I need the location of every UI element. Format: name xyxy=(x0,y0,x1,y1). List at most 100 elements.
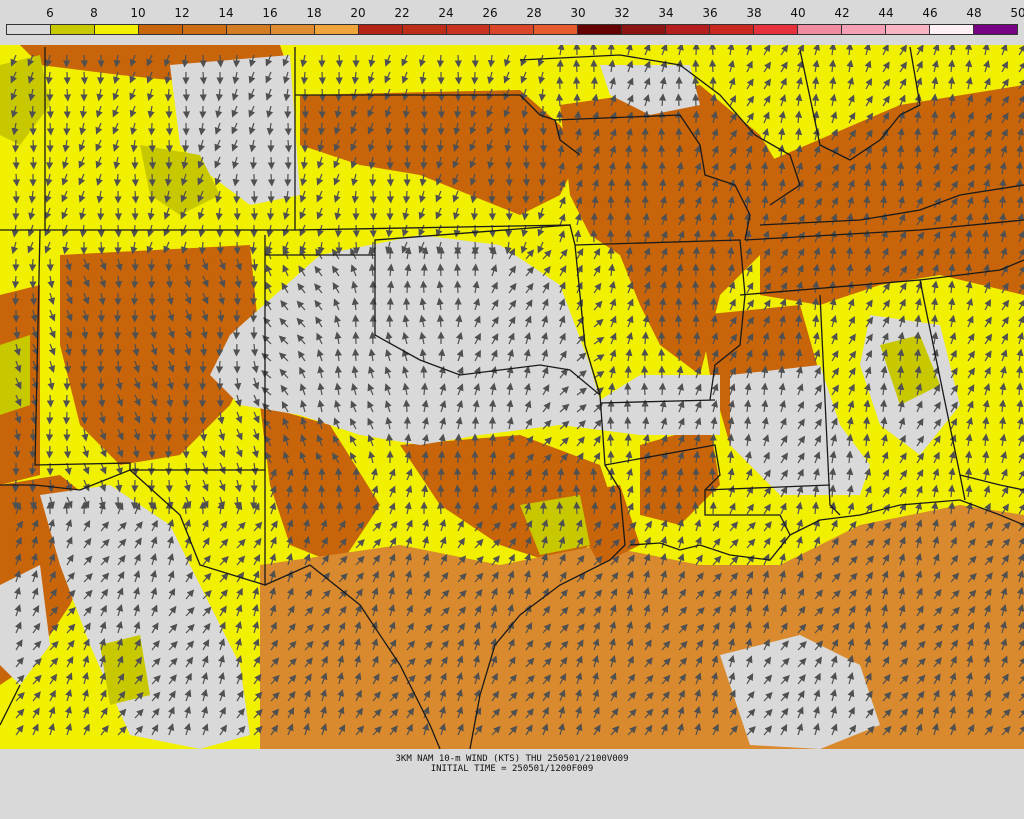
wind-arrow-icon xyxy=(437,88,445,102)
wind-arrow-icon xyxy=(301,122,309,136)
wind-arrow-icon xyxy=(692,280,700,294)
wind-arrow-icon xyxy=(63,445,72,459)
wind-arrow-icon xyxy=(131,326,139,340)
wind-arrow-icon xyxy=(352,314,360,328)
wind-arrow-icon xyxy=(12,173,21,187)
wind-arrow-icon xyxy=(335,501,344,515)
wind-arrow-icon xyxy=(284,139,293,153)
wind-arrow-icon xyxy=(538,173,547,187)
wind-arrow-icon xyxy=(46,258,54,272)
legend-swatch xyxy=(490,25,535,34)
wind-arrow-icon xyxy=(590,76,599,90)
wind-arrow-icon xyxy=(403,139,411,153)
wind-arrow-icon xyxy=(436,501,445,515)
wind-arrow-icon xyxy=(97,71,105,85)
wind-arrow-icon xyxy=(232,326,241,340)
wind-arrow-icon xyxy=(318,88,327,102)
wind-arrow-icon xyxy=(522,156,530,170)
wind-arrow-icon xyxy=(28,105,37,119)
wind-arrow-icon xyxy=(215,360,224,374)
wind-arrow-icon xyxy=(267,156,275,170)
wind-arrow-icon xyxy=(250,292,258,306)
wind-arrow-icon xyxy=(250,207,258,221)
wind-arrow-icon xyxy=(454,467,462,481)
legend-tick-label: 32 xyxy=(614,6,630,20)
legend-swatch xyxy=(50,25,95,34)
wind-arrow-icon xyxy=(79,377,88,391)
legend-swatch xyxy=(446,25,491,34)
wind-arrow-icon xyxy=(623,399,632,413)
wind-arrow-icon xyxy=(674,314,683,328)
wind-arrow-icon xyxy=(181,139,190,153)
legend-swatch xyxy=(622,25,667,34)
wind-arrow-icon xyxy=(658,331,666,345)
wind-arrow-icon xyxy=(233,292,241,306)
wind-arrow-icon xyxy=(454,246,462,260)
wind-arrow-icon xyxy=(352,241,361,255)
wind-arrow-icon xyxy=(46,122,55,136)
wind-arrow-icon xyxy=(199,377,207,391)
wind-arrow-icon xyxy=(335,54,344,68)
wind-arrow-icon xyxy=(63,394,71,408)
wind-arrow-icon xyxy=(624,229,633,243)
wind-arrow-icon xyxy=(29,292,38,306)
wind-arrow-icon xyxy=(317,122,326,136)
wind-arrow-icon xyxy=(250,496,258,510)
legend-tick-label: 20 xyxy=(350,6,366,20)
wind-arrow-icon xyxy=(658,93,667,107)
legend-swatch xyxy=(754,25,799,34)
wind-arrow-icon xyxy=(658,144,666,158)
wind-arrow-icon xyxy=(45,428,54,442)
legend-swatch xyxy=(182,25,227,34)
wind-arrow-icon xyxy=(165,139,173,153)
wind-arrow-icon xyxy=(63,88,72,102)
wind-arrow-icon xyxy=(29,496,37,510)
wind-arrow-icon xyxy=(80,71,88,85)
wind-arrow-icon xyxy=(300,71,309,85)
legend-swatch xyxy=(94,25,139,34)
wind-arrow-icon xyxy=(692,501,700,515)
wind-arrow-icon xyxy=(556,501,564,515)
wind-arrow-icon xyxy=(709,263,717,277)
legend-swatch xyxy=(666,25,711,34)
wind-arrow-icon xyxy=(318,501,326,515)
wind-arrow-icon xyxy=(198,241,207,255)
wind-map xyxy=(0,45,1024,749)
wind-arrow-icon xyxy=(182,88,190,102)
wind-arrow-icon xyxy=(62,501,71,515)
wind-arrow-icon xyxy=(29,258,37,272)
legend-swatch xyxy=(534,25,579,34)
wind-arrow-icon xyxy=(624,195,632,209)
wind-arrow-icon xyxy=(420,122,429,136)
wind-arrow-icon xyxy=(641,365,649,379)
wind-arrow-icon xyxy=(420,263,428,277)
legend-swatch xyxy=(7,25,51,34)
wind-arrow-icon xyxy=(131,190,140,204)
wind-arrow-icon xyxy=(436,54,445,68)
wind-arrow-icon xyxy=(522,173,530,187)
wind-arrow-icon xyxy=(352,348,360,362)
wind-arrow-icon xyxy=(334,467,343,481)
wind-arrow-icon xyxy=(131,173,139,187)
wind-arrow-icon xyxy=(437,263,445,277)
wind-arrow-icon xyxy=(232,54,241,68)
legend-tick-label: 8 xyxy=(90,6,98,20)
legend-tick-label: 44 xyxy=(878,6,894,20)
wind-arrow-icon xyxy=(182,501,190,515)
legend-tick-label: 22 xyxy=(394,6,410,20)
wind-arrow-icon xyxy=(80,54,88,68)
wind-arrow-icon xyxy=(403,280,411,294)
wind-arrow-icon xyxy=(216,241,224,255)
wind-arrow-icon xyxy=(692,246,701,260)
wind-arrow-icon xyxy=(692,484,700,498)
wind-arrow-icon xyxy=(675,93,683,107)
wind-arrow-icon xyxy=(97,360,105,374)
wind-arrow-icon xyxy=(641,331,650,345)
wind-arrow-icon xyxy=(454,71,463,85)
legend-swatch xyxy=(270,25,315,34)
wind-arrow-icon xyxy=(521,122,530,136)
wind-arrow-icon xyxy=(113,173,122,187)
legend-swatch xyxy=(138,25,183,34)
wind-arrow-icon xyxy=(199,71,208,85)
wind-arrow-icon xyxy=(12,139,20,153)
